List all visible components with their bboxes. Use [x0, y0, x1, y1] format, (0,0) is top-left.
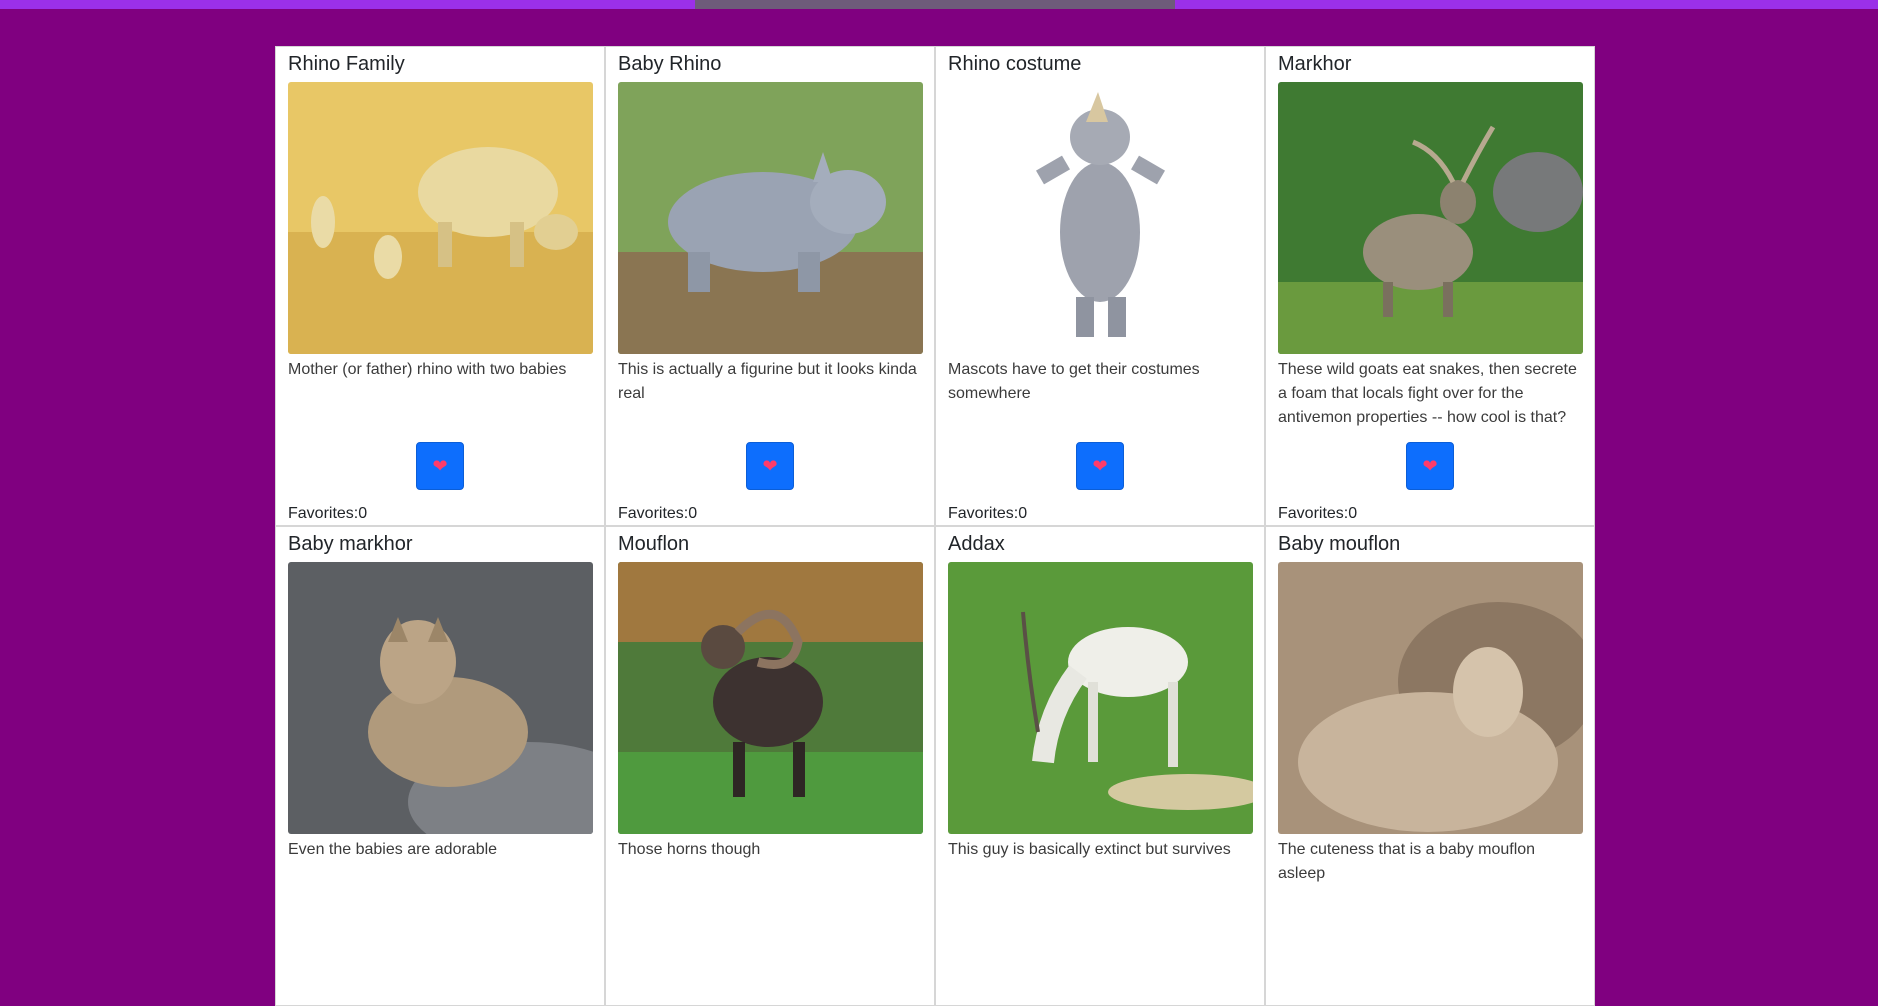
card-title: Baby markhor — [288, 533, 413, 555]
favorite-button[interactable]: ❤ — [416, 442, 464, 490]
rhino-family-photo — [288, 82, 593, 354]
card-description: These wild goats eat snakes, then secret… — [1278, 361, 1577, 426]
card-title: Mouflon — [618, 533, 690, 555]
favorites-count: Favorites:0 — [948, 505, 1028, 522]
baby-markhor-photo — [288, 562, 593, 834]
heart-icon: ❤ — [432, 456, 448, 476]
card-description: Those horns though — [618, 841, 761, 858]
mouflon-photo — [618, 562, 923, 834]
card-addax: Addax This guy is basically extinct but … — [935, 526, 1265, 1006]
card-description: Mother (or father) rhino with two babies — [288, 361, 567, 378]
card-title: Markhor — [1278, 53, 1352, 75]
top-scrollbar-thumb[interactable] — [695, 0, 1175, 9]
card-description: This is actually a figurine but it looks… — [618, 361, 917, 402]
markhor-photo — [1278, 82, 1583, 354]
heart-icon: ❤ — [1422, 456, 1438, 476]
favorites-count: Favorites:0 — [1278, 505, 1358, 522]
heart-icon: ❤ — [1092, 456, 1108, 476]
addax-photo — [948, 562, 1253, 834]
heart-icon: ❤ — [762, 456, 778, 476]
favorites-count: Favorites:0 — [618, 505, 698, 522]
card-baby-mouflon: Baby mouflon The cuteness that is a baby… — [1265, 526, 1595, 1006]
favorites-count: Favorites:0 — [288, 505, 368, 522]
card-rhino-costume: Rhino costume Mascots have to get their … — [935, 46, 1265, 526]
favorite-button[interactable]: ❤ — [746, 442, 794, 490]
baby-mouflon-photo — [1278, 562, 1583, 834]
card-title: Baby mouflon — [1278, 533, 1401, 555]
card-title: Rhino costume — [948, 53, 1082, 75]
card-mouflon: Mouflon Those horns though — [605, 526, 935, 1006]
favorite-button[interactable]: ❤ — [1076, 442, 1124, 490]
card-baby-markhor: Baby markhor Even the babies are adorabl… — [275, 526, 605, 1006]
favorite-button[interactable]: ❤ — [1406, 442, 1454, 490]
card-baby-rhino: Baby Rhino This is actually a figurine b… — [605, 46, 935, 526]
card-rhino-family: Rhino Family Mother (or father) rhino wi… — [275, 46, 605, 526]
card-grid: Rhino Family Mother (or father) rhino wi… — [275, 46, 1595, 1006]
card-description: The cuteness that is a baby mouflon asle… — [1278, 841, 1536, 882]
card-description: Mascots have to get their costumes somew… — [948, 361, 1200, 402]
top-scrollbar-track — [0, 0, 1878, 9]
baby-rhino-photo — [618, 82, 923, 354]
rhino-costume-photo — [948, 82, 1253, 354]
card-description: Even the babies are adorable — [288, 841, 498, 858]
card-description: This guy is basically extinct but surviv… — [948, 841, 1231, 858]
card-title: Addax — [948, 533, 1005, 555]
card-markhor: Markhor These wild goats eat snakes, the… — [1265, 46, 1595, 526]
card-title: Rhino Family — [288, 53, 405, 75]
card-title: Baby Rhino — [618, 53, 722, 75]
